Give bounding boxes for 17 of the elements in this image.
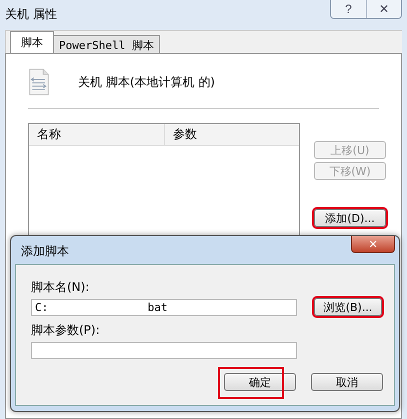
field-label: 脚本参数(P): xyxy=(31,322,101,339)
section-heading: 关机 脚本(本地计算机 的) xyxy=(78,74,215,90)
ok-button[interactable]: 确定 xyxy=(224,373,296,391)
browse-button[interactable]: 浏览(B)... xyxy=(314,298,382,316)
tab[interactable]: PowerShell 脚本 xyxy=(53,35,160,53)
help-button[interactable]: ? xyxy=(331,0,366,18)
cancel-button[interactable]: 取消 xyxy=(311,373,383,391)
script-file-icon xyxy=(28,67,50,97)
close-button[interactable]: ✕ xyxy=(366,0,401,18)
button[interactable]: 添加(D)... xyxy=(314,209,386,227)
tab[interactable]: 脚本 xyxy=(10,31,54,53)
column-header[interactable]: 参数 xyxy=(165,124,205,145)
field-label: 脚本名(N): xyxy=(31,279,90,296)
input-field[interactable] xyxy=(31,342,297,358)
input-field[interactable]: C: bat xyxy=(31,298,297,316)
column-header[interactable]: 名称 xyxy=(29,124,165,145)
window-title: 关机 属性 xyxy=(5,6,57,23)
